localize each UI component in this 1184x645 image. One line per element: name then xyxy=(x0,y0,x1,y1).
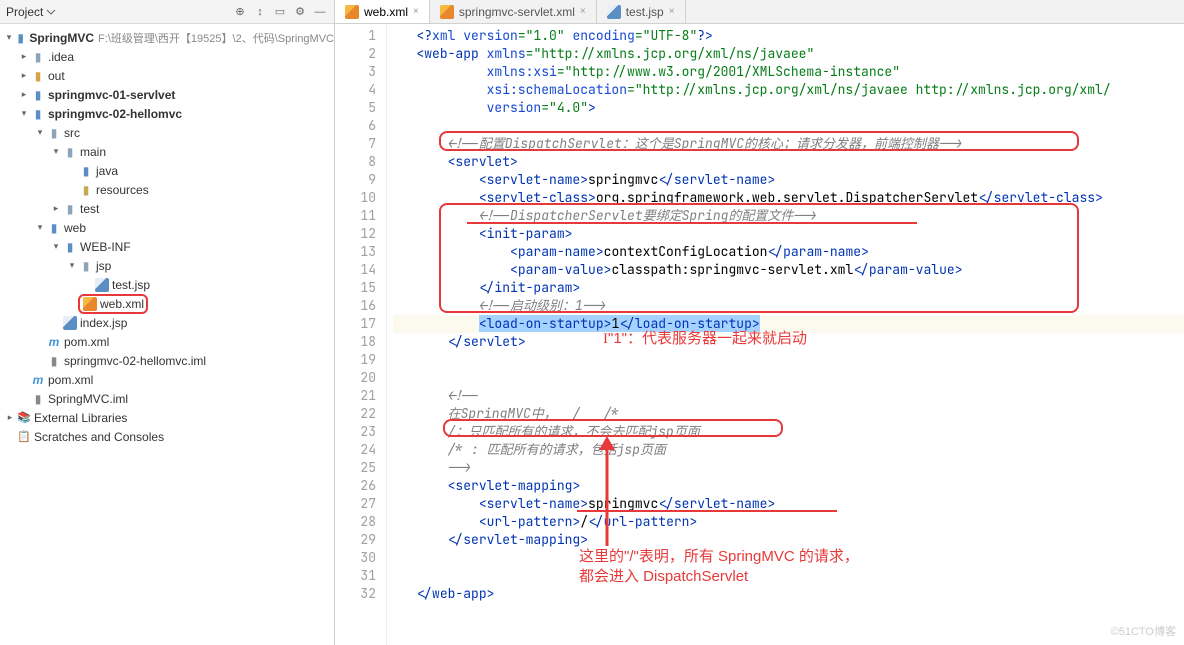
tree-mod1[interactable]: ▸▮springmvc-01-servlvet xyxy=(0,85,334,104)
code-editor[interactable]: 1234567891011121314151617181920212223242… xyxy=(335,24,1184,645)
tree-extlib[interactable]: ▸External Libraries xyxy=(0,408,334,427)
tree-pom2[interactable]: mpom.xml xyxy=(0,370,334,389)
watermark: ©51CTO博客 xyxy=(1111,623,1176,639)
tree-mod2[interactable]: ▾▮springmvc-02-hellomvc xyxy=(0,104,334,123)
tree-test[interactable]: ▸▮test xyxy=(0,199,334,218)
project-tree: ▾▮SpringMVCF:\班级管理\西开【19525】\2、代码\Spring… xyxy=(0,24,334,645)
tab-webxml[interactable]: web.xml× xyxy=(335,0,430,23)
tab-servletxml[interactable]: springmvc-servlet.xml× xyxy=(430,0,597,23)
tree-testjsp[interactable]: test.jsp xyxy=(0,275,334,294)
chevron-down-icon xyxy=(46,7,56,17)
project-dropdown[interactable]: Project xyxy=(6,5,56,19)
tree-jsp[interactable]: ▾▮jsp xyxy=(0,256,334,275)
tab-testjsp[interactable]: test.jsp× xyxy=(597,0,686,23)
tree-idea[interactable]: ▸▮.idea xyxy=(0,47,334,66)
code-content[interactable]: <?xml version="1.0" encoding="UTF-8"?> <… xyxy=(387,24,1184,645)
tree-root[interactable]: ▾▮SpringMVCF:\班级管理\西开【19525】\2、代码\Spring… xyxy=(0,28,334,47)
tree-indexjsp[interactable]: index.jsp xyxy=(0,313,334,332)
tree-webinf[interactable]: ▾▮WEB-INF xyxy=(0,237,334,256)
tree-iml[interactable]: ▮springmvc-02-hellomvc.iml xyxy=(0,351,334,370)
tree-java[interactable]: ▮java xyxy=(0,161,334,180)
select-opened-icon[interactable]: ⊕ xyxy=(232,4,248,20)
close-icon[interactable]: × xyxy=(580,6,586,17)
settings-icon[interactable]: ⚙ xyxy=(292,4,308,20)
project-sidebar: Project ⊕ ↕ ▭ ⚙ — ▾▮SpringMVCF:\班级管理\西开【… xyxy=(0,0,335,645)
tree-resources[interactable]: ▮resources xyxy=(0,180,334,199)
tree-pom[interactable]: mpom.xml xyxy=(0,332,334,351)
hide-icon[interactable]: — xyxy=(312,4,328,20)
line-gutter: 1234567891011121314151617181920212223242… xyxy=(335,24,387,645)
editor-area: web.xml× springmvc-servlet.xml× test.jsp… xyxy=(335,0,1184,645)
close-icon[interactable]: × xyxy=(669,6,675,17)
sidebar-title: Project xyxy=(6,5,43,19)
sidebar-header: Project ⊕ ↕ ▭ ⚙ — xyxy=(0,0,334,24)
tree-web[interactable]: ▾▮web xyxy=(0,218,334,237)
collapse-icon[interactable]: ▭ xyxy=(272,4,288,20)
expand-icon[interactable]: ↕ xyxy=(252,4,268,20)
editor-tabs: web.xml× springmvc-servlet.xml× test.jsp… xyxy=(335,0,1184,24)
tree-main[interactable]: ▾▮main xyxy=(0,142,334,161)
tree-webxml[interactable]: web.xml xyxy=(0,294,334,313)
tree-src[interactable]: ▾▮src xyxy=(0,123,334,142)
tree-out[interactable]: ▸▮out xyxy=(0,66,334,85)
tree-scratch[interactable]: Scratches and Consoles xyxy=(0,427,334,446)
close-icon[interactable]: × xyxy=(413,6,419,17)
tree-rootiml[interactable]: ▮SpringMVC.iml xyxy=(0,389,334,408)
